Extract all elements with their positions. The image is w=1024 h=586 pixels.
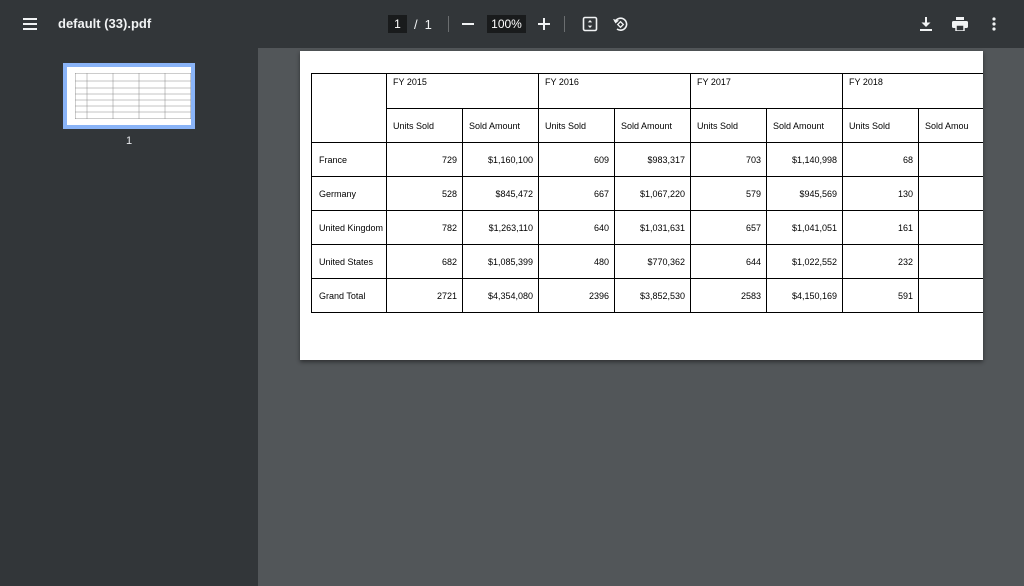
fit-to-page-button[interactable] xyxy=(578,12,602,36)
table-cell: $945,569 xyxy=(766,176,843,211)
menu-icon[interactable] xyxy=(18,12,42,36)
column-header: Sold Amount xyxy=(614,108,691,143)
document-title: default (33).pdf xyxy=(58,16,152,31)
row-label: Grand Total xyxy=(311,278,387,313)
sales-table: FY 2015 FY 2016 FY 2017 FY 2018 Units Sold So… xyxy=(311,73,983,313)
toolbar: default (33).pdf / 1 xyxy=(0,0,1024,48)
table-cell: 729 xyxy=(386,142,463,177)
fit-page-icon xyxy=(582,16,598,32)
subheader-row: Units Sold Sold Amount Units Sold Sold Amou… xyxy=(312,108,983,143)
column-header: Sold Amount xyxy=(766,108,843,143)
column-header: Units Sold xyxy=(842,108,919,143)
column-header: Units Sold xyxy=(690,108,767,143)
table-cell: $1,022,552 xyxy=(766,244,843,279)
table-cell: 232 xyxy=(842,244,919,279)
table-cell: $952 xyxy=(918,278,983,313)
table-cell: 644 xyxy=(690,244,767,279)
table-cell: $366 xyxy=(918,244,983,279)
print-icon xyxy=(952,17,968,31)
table-row: Germany 528 $845,472 667 $1,067,220 579 $945,5… xyxy=(311,176,983,211)
table-cell: $845,472 xyxy=(462,176,539,211)
year-header: FY 2018 xyxy=(842,73,983,109)
table-row: United Kingdom 782 $1,263,110 640 $1,031,631… xyxy=(311,210,983,245)
table-cell: 579 xyxy=(690,176,767,211)
rotate-icon xyxy=(613,17,628,31)
minus-icon xyxy=(462,23,474,25)
toolbar-divider xyxy=(448,16,449,32)
table-row: Grand Total 2721 $4,354,080 2396 $3,852,530 2… xyxy=(311,278,983,313)
table-cell: $1,041,051 xyxy=(766,210,843,245)
pdf-page: FY 2015 FY 2016 FY 2017 FY 2018 Units Sold So… xyxy=(300,51,983,360)
table-cell: 2721 xyxy=(386,278,463,313)
column-header: Units Sold xyxy=(538,108,615,143)
table-row: United States 682 $1,085,399 480 $770,362 644… xyxy=(311,244,983,279)
year-header-row: FY 2015 FY 2016 FY 2017 FY 2018 xyxy=(311,73,983,143)
table-cell: $265 xyxy=(918,210,983,245)
table-cell: $1,067,220 xyxy=(614,176,691,211)
table-cell: 703 xyxy=(690,142,767,177)
page-thumbnail[interactable] xyxy=(63,63,195,129)
zoom-in-button[interactable] xyxy=(532,12,556,36)
table-cell: $1,263,110 xyxy=(462,210,539,245)
year-header: FY 2016 xyxy=(538,73,691,109)
table-cell: $4,354,080 xyxy=(462,278,539,313)
table-cell: 640 xyxy=(538,210,615,245)
corner-cell xyxy=(311,73,387,143)
table-viewport: FY 2015 FY 2016 FY 2017 FY 2018 Units Sold So… xyxy=(311,73,983,313)
more-vertical-icon xyxy=(992,17,996,31)
download-button[interactable] xyxy=(914,12,938,36)
table-cell: $1,140,998 xyxy=(766,142,843,177)
plus-icon xyxy=(538,18,550,30)
table-cell: 609 xyxy=(538,142,615,177)
table-cell: 682 xyxy=(386,244,463,279)
table-cell: 68 xyxy=(842,142,919,177)
table-cell: $4,150,169 xyxy=(766,278,843,313)
page-separator: / xyxy=(414,16,418,32)
year-header: FY 2017 xyxy=(690,73,843,109)
table-cell: $1,160,100 xyxy=(462,142,539,177)
table-cell: $1,085,399 xyxy=(462,244,539,279)
year-header: FY 2015 xyxy=(386,73,539,109)
thumbnail-page-number: 1 xyxy=(125,135,133,147)
table-cell: 657 xyxy=(690,210,767,245)
table-cell: 667 xyxy=(538,176,615,211)
table-cell: 2583 xyxy=(690,278,767,313)
zoom-out-button[interactable] xyxy=(456,12,480,36)
table-cell: $1,031,631 xyxy=(614,210,691,245)
thumbnail-sidebar: 1 xyxy=(0,48,258,586)
table-row: France 729 $1,160,100 609 $983,317 703 $1,140,… xyxy=(311,142,983,177)
toolbar-divider xyxy=(564,16,565,32)
table-cell: 130 xyxy=(842,176,919,211)
rotate-button[interactable] xyxy=(608,12,632,36)
table-cell: $983,317 xyxy=(614,142,691,177)
table-cell: $211 xyxy=(918,176,983,211)
column-header: Sold Amount xyxy=(462,108,539,143)
row-label: United States xyxy=(311,244,387,279)
table-cell: 2396 xyxy=(538,278,615,313)
table-cell: 161 xyxy=(842,210,919,245)
column-header: Units Sold xyxy=(386,108,463,143)
print-button[interactable] xyxy=(948,12,972,36)
table-cell: 528 xyxy=(386,176,463,211)
row-label: United Kingdom xyxy=(311,210,387,245)
row-label: Germany xyxy=(311,176,387,211)
table-cell: 591 xyxy=(842,278,919,313)
table-cell: $770,362 xyxy=(614,244,691,279)
row-label: France xyxy=(311,142,387,177)
zoom-input[interactable] xyxy=(487,15,526,33)
download-icon xyxy=(920,17,932,31)
table-cell: $3,852,530 xyxy=(614,278,691,313)
page-selector: / 1 xyxy=(388,15,432,33)
table-cell: 782 xyxy=(386,210,463,245)
table-cell: 480 xyxy=(538,244,615,279)
column-header: Sold Amou xyxy=(918,108,983,143)
more-options-button[interactable] xyxy=(982,12,1006,36)
table-cell: $108 xyxy=(918,142,983,177)
thumbnail-preview xyxy=(75,73,191,119)
page-number-input[interactable] xyxy=(388,15,407,33)
page-total: 1 xyxy=(424,16,432,32)
